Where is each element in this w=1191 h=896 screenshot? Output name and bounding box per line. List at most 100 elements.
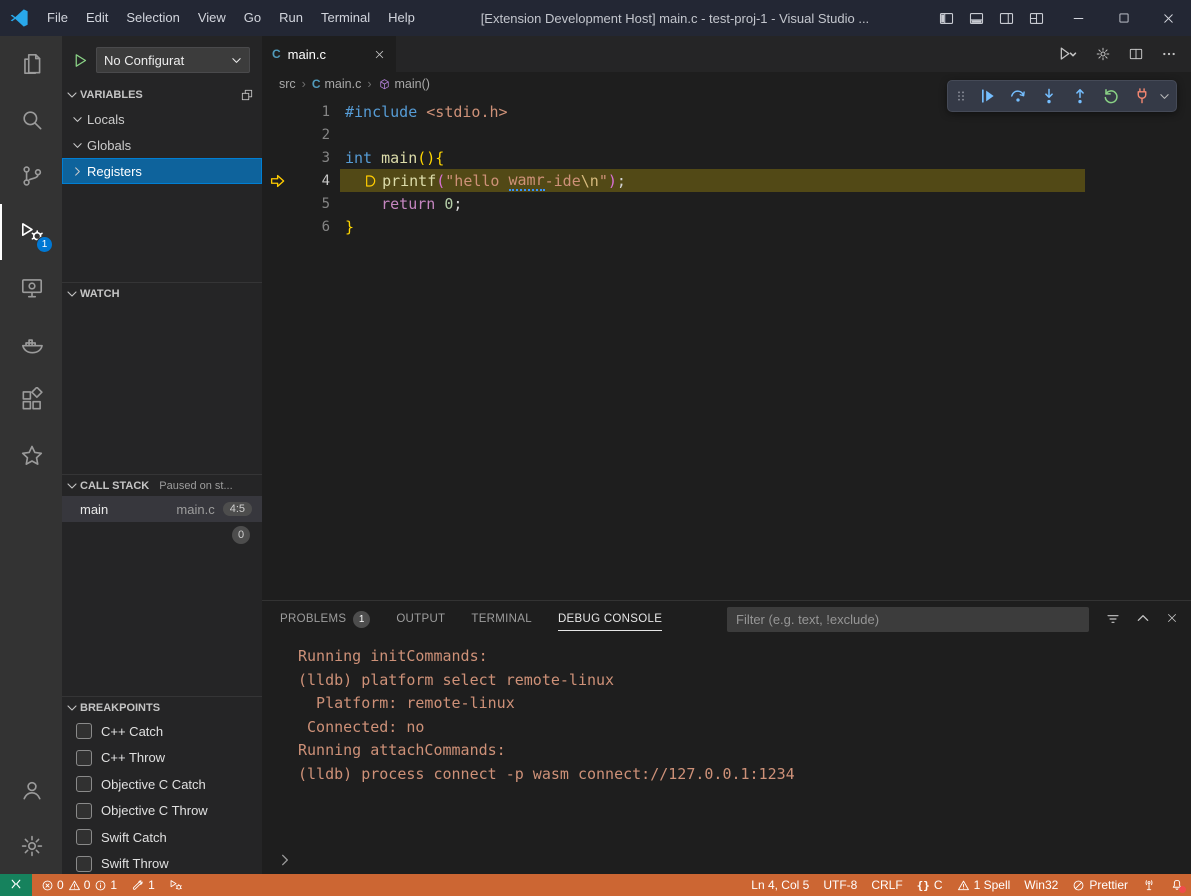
toolbar-gripper-icon[interactable] — [953, 88, 969, 104]
editor-settings-gear-icon[interactable] — [1095, 46, 1111, 62]
line-number: 2 — [294, 127, 330, 143]
step-over-button[interactable] — [1004, 83, 1031, 109]
step-out-button[interactable] — [1066, 83, 1093, 109]
toggle-panel-icon[interactable] — [962, 4, 990, 32]
filter-icon[interactable] — [1105, 611, 1121, 627]
breakpoint-checkbox[interactable] — [76, 776, 92, 792]
tab-close-icon[interactable] — [373, 48, 386, 61]
activity-item-search[interactable] — [0, 92, 62, 148]
run-or-debug-button[interactable] — [1058, 44, 1078, 64]
code-token — [372, 149, 381, 167]
breakpoint-checkbox[interactable] — [76, 750, 92, 766]
formatter-status[interactable]: Prettier — [1065, 874, 1135, 896]
activity-item-extensions[interactable] — [0, 372, 62, 428]
extension-status[interactable] — [1135, 874, 1163, 896]
debug-console[interactable]: Running initCommands:(lldb) platform sel… — [262, 637, 1191, 874]
cursor-position[interactable]: Ln 4, Col 5 — [744, 874, 816, 896]
toggle-sidebar-icon[interactable] — [932, 4, 960, 32]
chevron-down-icon[interactable] — [1159, 91, 1171, 102]
variables-item-registers[interactable]: Registers — [62, 158, 262, 184]
breakpoints-section-header[interactable]: BREAKPOINTS — [62, 696, 262, 718]
close-button[interactable] — [1146, 0, 1191, 36]
code-line-text[interactable]: #include <stdio.h> — [330, 103, 508, 121]
menu-file[interactable]: File — [38, 0, 77, 36]
watch-section-header[interactable]: WATCH — [62, 282, 262, 304]
minimize-button[interactable] — [1056, 0, 1101, 36]
activity-item-explorer[interactable] — [0, 36, 62, 92]
code-line-6: 6} — [262, 215, 1191, 238]
more-actions-icon[interactable] — [1161, 46, 1177, 62]
panel-tab-terminal[interactable]: TERMINAL — [471, 601, 532, 637]
platform-indicator[interactable]: Win32 — [1017, 874, 1065, 896]
code-line-text[interactable]: int main(){ — [330, 149, 444, 167]
variables-section-header[interactable]: VARIABLES — [62, 84, 262, 106]
breadcrumb-item[interactable]: src — [279, 77, 296, 91]
tab-main-c[interactable]: C main.c — [262, 36, 396, 72]
continue-button[interactable] — [973, 83, 1000, 109]
debug-sidebar: No Configurat VARIABLES LocalsGlobalsReg… — [62, 36, 262, 874]
restart-button[interactable] — [1097, 83, 1124, 109]
activity-item-accounts[interactable] — [0, 762, 62, 818]
variables-item-globals[interactable]: Globals — [62, 132, 262, 158]
spell-checker-status[interactable]: 1 Spell — [950, 874, 1018, 896]
menu-view[interactable]: View — [189, 0, 235, 36]
line-number: 4 — [294, 173, 330, 189]
activity-item-wamr-ide[interactable] — [0, 428, 62, 484]
start-debugging-button[interactable] — [72, 52, 89, 69]
breakpoint-checkbox[interactable] — [76, 803, 92, 819]
code-line-text[interactable]: } — [330, 218, 354, 236]
maximize-button[interactable] — [1101, 0, 1146, 36]
menu-go[interactable]: Go — [235, 0, 270, 36]
activity-item-settings[interactable] — [0, 818, 62, 874]
panel-tab-output[interactable]: OUTPUT — [396, 601, 445, 637]
debug-status[interactable] — [162, 874, 190, 896]
encoding-indicator[interactable]: UTF-8 — [816, 874, 864, 896]
disconnect-button[interactable] — [1128, 83, 1155, 109]
toggle-secondary-sidebar-icon[interactable] — [992, 4, 1020, 32]
menu-edit[interactable]: Edit — [77, 0, 117, 36]
stack-frame-row[interactable]: main main.c 4:5 — [62, 496, 262, 522]
problems-count-badge: 1 — [353, 611, 370, 628]
problems-status[interactable]: 0 0 1 — [34, 874, 124, 896]
call-stack-count-badge: 0 — [232, 526, 250, 544]
notifications[interactable] — [1163, 874, 1191, 896]
activity-item-remote-explorer[interactable] — [0, 260, 62, 316]
inline-breakpoint-icon[interactable] — [363, 173, 379, 189]
maximize-panel-icon[interactable] — [1136, 611, 1150, 627]
breakpoint-margin[interactable] — [262, 172, 294, 190]
variables-item-locals[interactable]: Locals — [62, 106, 262, 132]
activity-item-debug[interactable]: 1 — [0, 204, 62, 260]
language-mode[interactable]: {} C — [910, 874, 950, 896]
breakpoint-checkbox[interactable] — [76, 723, 92, 739]
menu-terminal[interactable]: Terminal — [312, 0, 379, 36]
code-line-text[interactable]: printf("hello wamr-ide\n"); — [330, 171, 626, 191]
close-panel-icon[interactable] — [1165, 611, 1179, 627]
customize-layout-icon[interactable] — [1022, 4, 1050, 32]
console-filter-input[interactable] — [727, 607, 1089, 632]
console-input-chevron-icon[interactable] — [278, 853, 292, 867]
breadcrumb-item[interactable]: Cmain.c — [312, 77, 362, 91]
panel-tab-problems[interactable]: PROBLEMS1 — [280, 601, 370, 637]
step-into-button[interactable] — [1035, 83, 1062, 109]
tools-status[interactable]: 1 — [124, 874, 162, 896]
remote-indicator[interactable] — [0, 874, 32, 896]
debug-toolbar — [947, 80, 1177, 112]
activity-item-docker[interactable] — [0, 316, 62, 372]
collapse-all-icon[interactable] — [240, 88, 254, 102]
panel-tab-debug-console[interactable]: DEBUG CONSOLE — [558, 601, 662, 637]
breakpoint-checkbox[interactable] — [76, 829, 92, 845]
code-editor[interactable]: 1#include <stdio.h>23int main(){4 printf… — [262, 96, 1191, 600]
breadcrumb-item[interactable]: main() — [378, 77, 430, 91]
breakpoint-label: Swift Catch — [101, 830, 167, 845]
call-stack-section-header[interactable]: CALL STACK Paused on st... — [62, 474, 262, 496]
menu-selection[interactable]: Selection — [117, 0, 188, 36]
breakpoint-checkbox[interactable] — [76, 856, 92, 872]
code-line-text[interactable]: return 0; — [330, 195, 462, 213]
eol-indicator[interactable]: CRLF — [864, 874, 909, 896]
split-editor-icon[interactable] — [1128, 46, 1144, 62]
launch-configuration-dropdown[interactable]: No Configurat — [96, 47, 250, 73]
tab-label: main.c — [288, 47, 326, 62]
menu-help[interactable]: Help — [379, 0, 424, 36]
menu-run[interactable]: Run — [270, 0, 312, 36]
activity-item-source-control[interactable] — [0, 148, 62, 204]
